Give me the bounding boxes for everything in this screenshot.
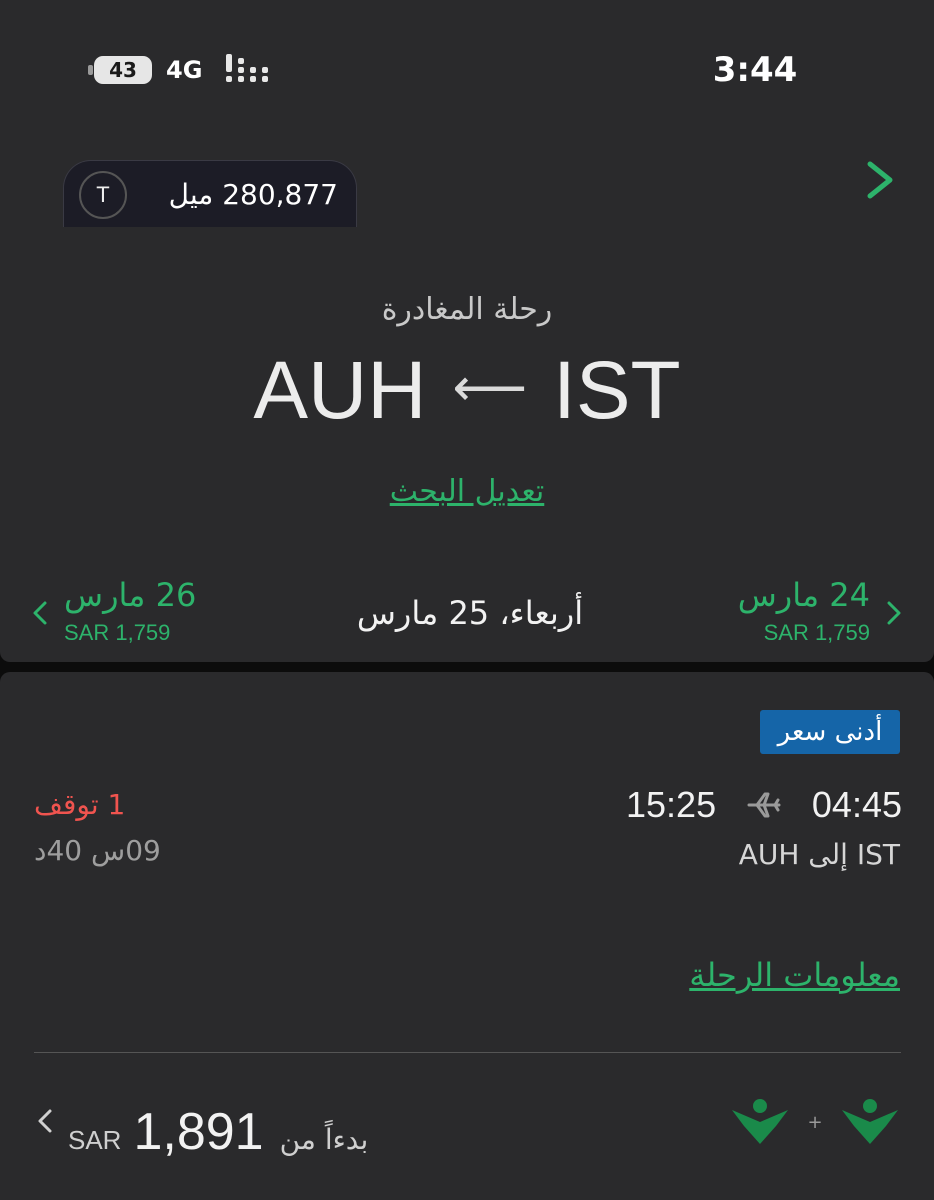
status-time: 3:44 xyxy=(712,50,798,90)
chevron-left-icon[interactable] xyxy=(36,1106,54,1136)
chevron-right-icon[interactable] xyxy=(884,598,904,628)
departure-label: رحلة المغادرة xyxy=(381,292,553,327)
date-current: أربعاء، 25 مارس xyxy=(356,594,584,632)
date-prev-label: 24 مارس xyxy=(737,576,870,614)
logo-plus: + xyxy=(807,1112,822,1133)
date-prev-price: SAR 1,759 xyxy=(763,620,870,645)
flight-duration: 09س 40د xyxy=(34,834,161,867)
divider xyxy=(34,1052,901,1053)
flight-route: IST إلى AUH xyxy=(738,838,900,871)
chevron-left-icon[interactable] xyxy=(30,598,50,628)
left-arrow-icon: ⟵ xyxy=(452,359,528,418)
flight-times: 15:25 04:45 xyxy=(626,784,902,826)
signal-icon xyxy=(226,54,268,82)
flight-info-link[interactable]: معلومات الرحلة xyxy=(689,956,900,994)
price-value: 1,891 xyxy=(133,1103,264,1161)
header-panel xyxy=(0,0,934,662)
avatar[interactable]: T xyxy=(79,171,127,219)
price-currency: SAR xyxy=(68,1125,122,1155)
date-next-price: SAR 1,759 xyxy=(64,620,171,645)
network-type: 4G xyxy=(166,56,203,84)
battery-icon: 43 xyxy=(88,56,152,84)
arrive-time: 15:25 xyxy=(626,784,717,825)
depart-time: 04:45 xyxy=(811,784,902,825)
route-title: AUH ⟵ IST xyxy=(0,344,934,438)
date-next-label: 26 مارس xyxy=(64,576,197,614)
price-block[interactable]: SAR 1,891 بدءاً من xyxy=(68,1102,368,1162)
route-to: AUH xyxy=(253,345,427,436)
date-next[interactable]: 26 مارس SAR 1,759 xyxy=(64,576,196,646)
plane-icon xyxy=(747,792,781,818)
price-from-label: بدءاً من xyxy=(279,1123,369,1156)
edit-search-link[interactable]: تعديل البحث xyxy=(0,474,934,509)
lowest-price-badge: أدنى سعر xyxy=(760,710,900,754)
miles-balance: 280,877 ميل xyxy=(168,178,338,211)
chevron-right-icon[interactable] xyxy=(862,158,898,202)
route-from: IST xyxy=(553,345,681,436)
date-prev[interactable]: 24 مارس SAR 1,759 xyxy=(738,576,870,646)
airline-logo-icon: + xyxy=(732,1099,898,1144)
stops-count: 1 توقف xyxy=(34,788,126,821)
battery-level: 43 xyxy=(94,56,152,84)
